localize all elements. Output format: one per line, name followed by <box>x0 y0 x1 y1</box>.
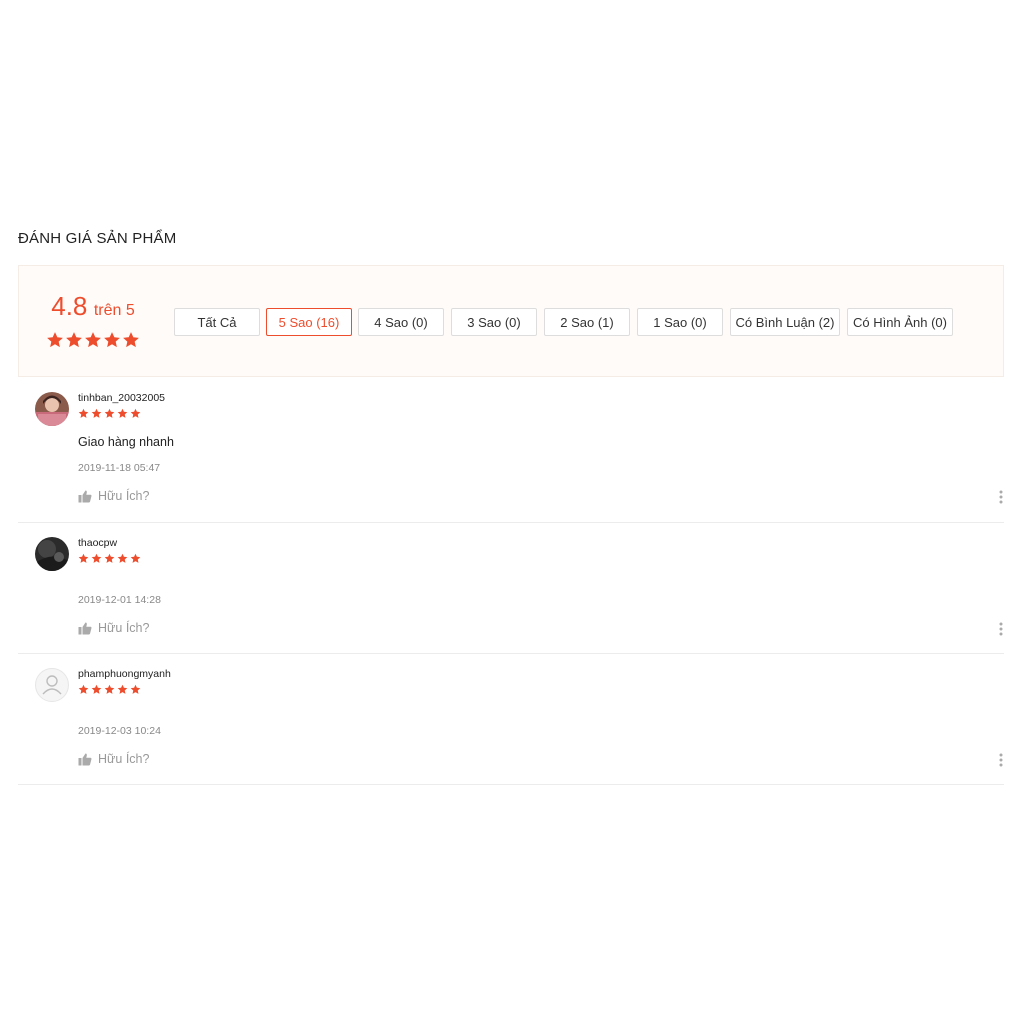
filter-4-star-button[interactable]: 4 Sao (0) <box>358 308 444 336</box>
star-icon <box>130 408 141 418</box>
review-item: tinhban_20032005 Giao hàng nhanh 2019-11… <box>18 378 1004 523</box>
star-icon <box>117 408 128 418</box>
more-options-icon[interactable] <box>998 490 1004 504</box>
star-icon <box>130 553 141 563</box>
rating-scale: trên 5 <box>93 302 135 319</box>
review-item: phamphuongmyanh 2019-12-03 10:24 Hữu Ích… <box>18 654 1004 785</box>
thumbs-up-icon <box>78 753 92 765</box>
helpful-label: Hữu Ích? <box>98 621 150 635</box>
filter-1-star-button[interactable]: 1 Sao (0) <box>637 308 723 336</box>
helpful-button[interactable]: Hữu Ích? <box>78 752 149 766</box>
star-icon <box>104 408 115 418</box>
star-icon <box>91 553 102 563</box>
star-icon <box>78 684 89 694</box>
review-time: 2019-12-01 14:28 <box>78 594 161 606</box>
review-username[interactable]: thaocpw <box>78 537 117 549</box>
filter-3-star-button[interactable]: 3 Sao (0) <box>451 308 537 336</box>
rating-stars <box>45 331 141 351</box>
more-options-icon[interactable] <box>998 753 1004 767</box>
star-icon <box>66 332 82 348</box>
review-comment: Giao hàng nhanh <box>78 435 174 449</box>
filter-all-button[interactable]: Tất Cả <box>174 308 260 336</box>
filter-with-image-button[interactable]: Có Hình Ảnh (0) <box>847 308 953 336</box>
helpful-button[interactable]: Hữu Ích? <box>78 489 149 503</box>
review-stars <box>78 684 141 696</box>
helpful-label: Hữu Ích? <box>98 489 150 503</box>
rating-overview: 4.8 trên 5 Tất Cả 5 Sao (16) 4 Sao (0) 3… <box>18 265 1004 377</box>
star-icon <box>123 332 139 348</box>
review-username[interactable]: tinhban_20032005 <box>78 392 165 404</box>
helpful-button[interactable]: Hữu Ích? <box>78 621 149 635</box>
star-icon <box>104 684 115 694</box>
filter-with-comment-button[interactable]: Có Bình Luận (2) <box>730 308 840 336</box>
review-time: 2019-12-03 10:24 <box>78 725 161 737</box>
section-title: ĐÁNH GIÁ SẢN PHẨM <box>18 230 177 247</box>
user-avatar[interactable] <box>35 537 69 571</box>
user-avatar[interactable] <box>35 392 69 426</box>
review-time: 2019-11-18 05:47 <box>78 462 161 474</box>
thumbs-up-icon <box>78 490 92 502</box>
user-avatar[interactable] <box>35 668 69 702</box>
star-icon <box>91 408 102 418</box>
star-icon <box>78 408 89 418</box>
filter-2-star-button[interactable]: 2 Sao (1) <box>544 308 630 336</box>
star-icon <box>47 332 63 348</box>
default-user-icon <box>42 675 62 695</box>
rating-score: 4.8 <box>51 291 88 321</box>
review-stars <box>78 408 141 420</box>
star-icon <box>117 553 128 563</box>
thumbs-up-icon <box>78 622 92 634</box>
star-icon <box>91 684 102 694</box>
rating-score-block: 4.8 trên 5 <box>45 292 141 351</box>
star-icon <box>117 684 128 694</box>
star-icon <box>130 684 141 694</box>
review-item: thaocpw 2019-12-01 14:28 Hữu Ích? <box>18 523 1004 654</box>
review-stars <box>78 553 141 565</box>
star-icon <box>104 332 120 348</box>
filter-5-star-button[interactable]: 5 Sao (16) <box>266 308 352 336</box>
star-icon <box>78 553 89 563</box>
helpful-label: Hữu Ích? <box>98 752 150 766</box>
star-icon <box>85 332 101 348</box>
review-username[interactable]: phamphuongmyanh <box>78 668 171 680</box>
more-options-icon[interactable] <box>998 622 1004 636</box>
star-icon <box>104 553 115 563</box>
